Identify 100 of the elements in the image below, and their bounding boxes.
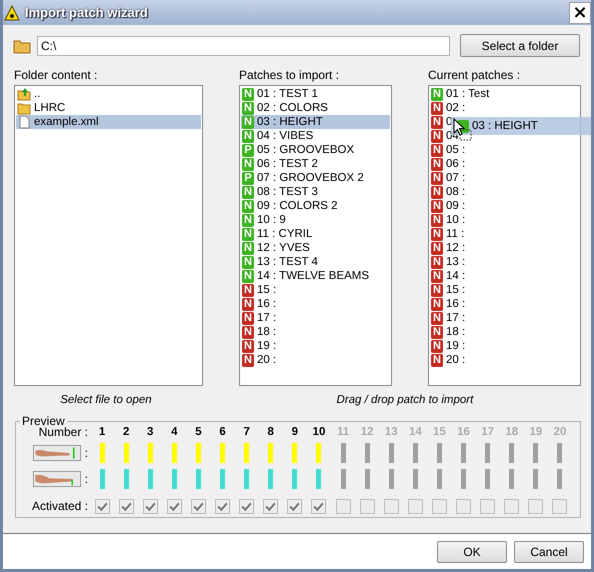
activated-checkbox[interactable] xyxy=(504,498,520,514)
activated-checkbox[interactable] xyxy=(480,498,496,514)
activated-checkbox[interactable] xyxy=(118,498,134,514)
patch-name: 14 : xyxy=(446,270,466,282)
activated-label: Activated : xyxy=(32,499,89,514)
patch-badge: N xyxy=(242,256,254,269)
patch-name: 14 : TWELVE BEAMS xyxy=(257,270,370,282)
activated-checkbox[interactable] xyxy=(384,498,399,514)
patch-badge: N xyxy=(431,284,443,297)
patch-item[interactable]: N 14 : TWELVE BEAMS xyxy=(241,269,390,284)
path-field[interactable]: C:\ xyxy=(37,36,450,56)
activated-checkbox[interactable] xyxy=(239,498,254,514)
patch-badge: N xyxy=(242,354,254,367)
activated-checkbox[interactable] xyxy=(408,498,423,514)
patch-item[interactable]: N 20 : xyxy=(241,353,390,368)
patch-item[interactable]: N 03 : HEIGHT xyxy=(241,115,390,130)
channel-number: 18 xyxy=(505,426,518,438)
patch-name: 12 : xyxy=(446,242,466,254)
dialog-button[interactable]: Cancel xyxy=(514,540,584,563)
patch-name: 07 : GROOVEBOX 2 xyxy=(257,172,364,184)
patch-item[interactable]: N 17 : xyxy=(241,311,390,326)
patch-item[interactable]: P 05 : GROOVEBOX xyxy=(241,143,390,158)
patch-item[interactable]: N 12 : YVES xyxy=(241,241,390,256)
patch-badge: N xyxy=(242,242,254,255)
patch-name: 17 : xyxy=(257,312,276,324)
current-patches-label: Current patches : xyxy=(428,68,522,82)
activated-checkbox[interactable] xyxy=(336,498,351,514)
patch-name: 0 xyxy=(446,116,452,128)
patch-item[interactable]: N 10 : 9 xyxy=(241,213,390,228)
patch-name: 15 : xyxy=(446,284,466,296)
activated-checkbox[interactable] xyxy=(94,498,110,514)
patch-name: 16 : xyxy=(446,298,466,310)
patch-name: 12 : YVES xyxy=(257,242,310,254)
activated-checkbox[interactable] xyxy=(142,498,158,514)
dialog-button[interactable]: OK xyxy=(437,540,507,563)
patch-badge: N xyxy=(242,116,254,129)
patch-badge: N xyxy=(242,326,254,339)
channel-number: 20 xyxy=(554,426,566,438)
patch-name: 06 : xyxy=(446,158,466,170)
patch-badge: N xyxy=(431,158,443,171)
patch-badge: N xyxy=(242,88,254,101)
folder-item[interactable]: .. xyxy=(16,87,201,102)
patch-item[interactable]: N 01 : TEST 1 xyxy=(241,87,390,102)
channel-number: 11 xyxy=(336,426,350,438)
patch-name: 16 : xyxy=(257,298,276,310)
patch-badge: N xyxy=(431,298,443,311)
select-folder-button[interactable]: Select a folder xyxy=(460,34,580,58)
activated-checkbox[interactable] xyxy=(311,498,326,514)
patch-item[interactable]: N 11 : CYRIL xyxy=(241,227,390,242)
activated-checkbox[interactable] xyxy=(166,498,182,514)
patch-item[interactable]: N 02 : COLORS xyxy=(241,101,390,116)
patch-name: 10 : 9 xyxy=(257,214,286,226)
activated-checkbox[interactable] xyxy=(287,498,302,514)
folder-icon xyxy=(13,38,31,54)
activated-checkbox[interactable] xyxy=(432,498,447,514)
folder-item[interactable]: LHRC xyxy=(16,101,201,116)
patch-badge: N xyxy=(431,214,443,227)
patch-item[interactable]: N 19 : xyxy=(241,339,390,354)
activated-checkbox[interactable] xyxy=(552,498,568,514)
item-name: LHRC xyxy=(34,102,66,114)
patch-item[interactable]: N 13 : TEST 4 xyxy=(241,255,390,270)
patch-name: 01 : Test xyxy=(446,88,490,100)
patch-badge: N xyxy=(431,102,443,115)
activated-checkbox[interactable] xyxy=(263,498,278,514)
channel-number: 7 xyxy=(243,426,250,438)
channel-number: 5 xyxy=(195,426,202,438)
patch-item[interactable]: N 09 : COLORS 2 xyxy=(241,199,390,214)
channel-number: 12 xyxy=(360,426,374,438)
activated-checkbox[interactable] xyxy=(456,498,472,514)
patch-name: 09 : COLORS 2 xyxy=(257,200,338,212)
close-button[interactable]: × xyxy=(569,2,591,24)
channel-number: 14 xyxy=(408,426,422,438)
activated-checkbox[interactable] xyxy=(215,498,230,514)
item-name: .. xyxy=(34,88,40,100)
row-colon: : xyxy=(84,446,88,460)
patch-name: 06 : TEST 2 xyxy=(257,158,318,170)
patch-item[interactable]: N 08 : TEST 3 xyxy=(241,185,390,200)
patch-item[interactable]: N 04 : VIBES xyxy=(241,129,390,144)
patch-item[interactable]: N 18 : xyxy=(241,325,390,340)
patch-item[interactable]: N 15 : xyxy=(241,283,390,298)
activated-checkbox[interactable] xyxy=(360,498,375,514)
patch-name: 04 : VIBES xyxy=(257,130,314,142)
folder-icon xyxy=(17,101,31,116)
patch-name: 13 : TEST 4 xyxy=(257,256,318,268)
patch-name: 07 : xyxy=(446,172,466,184)
patch-badge: N xyxy=(431,116,443,129)
patch-badge: N xyxy=(431,172,443,185)
patch-name: 02 : xyxy=(446,102,466,114)
activated-checkbox[interactable] xyxy=(528,498,544,514)
patch-badge: N xyxy=(242,312,254,325)
patch-badge: N xyxy=(431,242,443,255)
patch-badge: N xyxy=(431,256,443,269)
channel-number: 17 xyxy=(481,426,494,438)
activated-checkbox[interactable] xyxy=(190,498,206,514)
patch-item[interactable]: N 06 : TEST 2 xyxy=(241,157,390,172)
patch-badge: N xyxy=(431,144,443,157)
patch-item[interactable]: P 07 : GROOVEBOX 2 xyxy=(241,171,390,186)
patch-item[interactable]: N 16 : xyxy=(241,297,390,312)
folder-item[interactable]: example.xml xyxy=(16,115,201,130)
patch-name: 19 : xyxy=(257,340,276,352)
